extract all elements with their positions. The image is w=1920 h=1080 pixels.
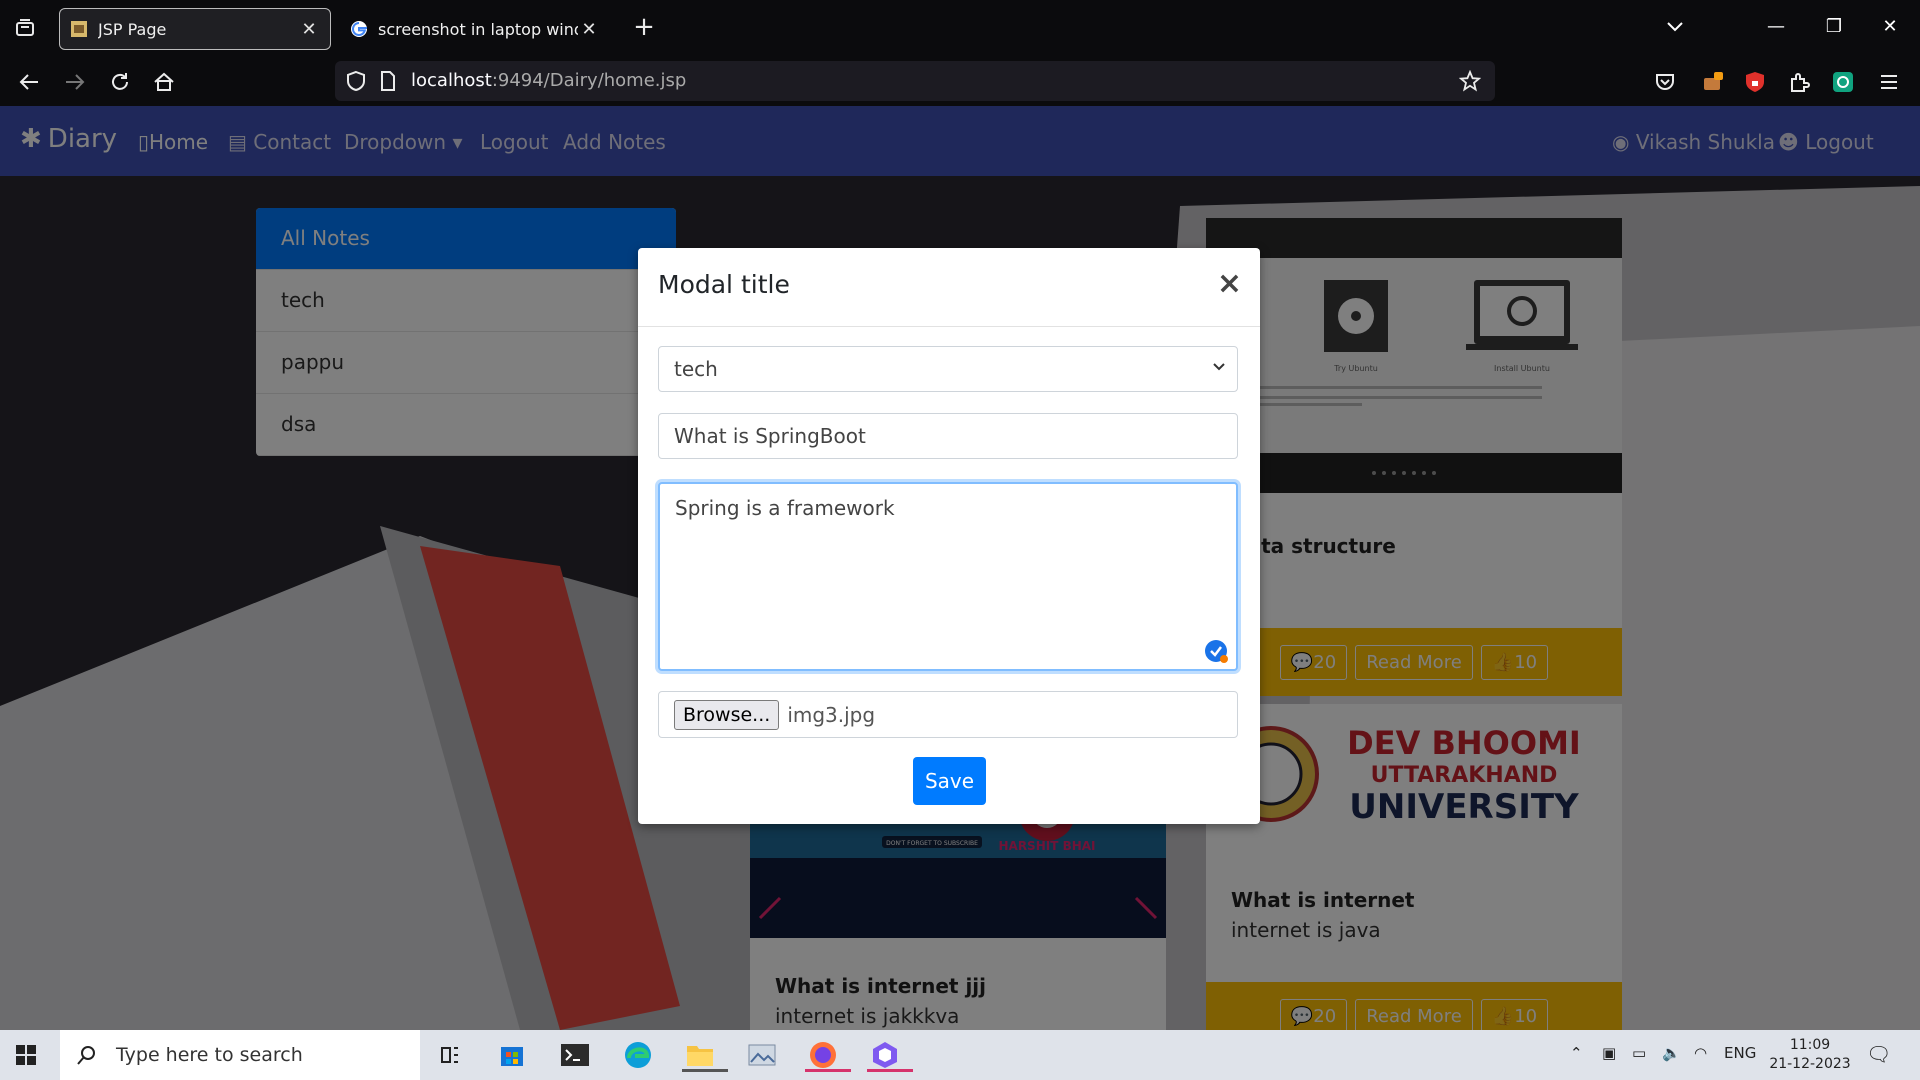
category-select[interactable]: tech [658,346,1238,392]
extensions-puzzle-icon[interactable] [1786,69,1812,95]
minimize-icon[interactable]: — [1756,10,1796,44]
volume-icon[interactable]: 🔈 [1662,1044,1681,1062]
wifi-icon[interactable]: ◠ [1694,1044,1707,1062]
system-clock[interactable]: 11:09 21-12-2023 [1760,1036,1860,1074]
save-button[interactable]: Save [913,757,986,805]
modal-header: Modal title × [638,248,1260,327]
browser-tab-jsp-page[interactable]: JSP Page ✕ [59,8,331,50]
running-indicator [682,1069,728,1072]
tab-close-icon[interactable]: ✕ [578,19,600,40]
new-tab-plus-icon[interactable]: + [628,12,660,44]
battery-icon[interactable]: ▭ [1632,1044,1646,1062]
taskbar-search-box[interactable]: Type here to search [60,1030,420,1080]
pocket-icon[interactable] [1652,69,1678,95]
close-icon[interactable]: × [1217,266,1242,301]
page-info-icon[interactable] [375,68,401,94]
list-all-tabs-icon[interactable] [10,14,40,42]
google-favicon-icon [351,21,367,37]
category-select-value: tech [674,357,718,381]
photos-app-icon[interactable] [742,1038,782,1072]
task-view-icon[interactable] [430,1038,470,1072]
microsoft-store-icon[interactable] [492,1038,532,1072]
selected-file-name: img3.jpg [787,702,876,727]
windows-taskbar: Type here to search ⌃ ▣ ▭ 🔈 ◠ ENG 11:09 … [0,1030,1920,1080]
image-file-input[interactable]: Browse... img3.jpg [658,691,1238,738]
add-note-modal: Modal title × tech What is SpringBoot Sp… [638,248,1260,824]
chevron-down-icon [1213,363,1225,371]
hamburger-menu-icon[interactable] [1876,69,1902,95]
running-indicator [805,1069,851,1072]
forward-arrow-icon[interactable] [62,69,88,95]
note-title-input[interactable]: What is SpringBoot [658,413,1238,459]
close-window-icon[interactable]: ✕ [1870,10,1910,44]
firefox-icon[interactable] [803,1038,851,1072]
page-favicon-icon [71,21,87,37]
chevron-down-icon[interactable] [1660,12,1690,42]
browser-tab-bar: JSP Page ✕ screenshot in laptop windows … [0,0,1920,56]
running-indicator [867,1069,913,1072]
reload-icon[interactable] [107,69,133,95]
terminal-icon[interactable] [555,1038,595,1072]
browser-tab-google-search[interactable]: screenshot in laptop windows 1 ✕ [340,8,610,50]
browse-button[interactable]: Browse... [674,699,780,730]
language-indicator[interactable]: ENG [1724,1044,1756,1062]
search-placeholder: Type here to search [116,1044,303,1066]
modal-title: Modal title [658,270,790,299]
note-body-textarea[interactable]: Spring is a framework [658,482,1238,671]
grammar-check-icon[interactable] [1204,639,1230,665]
tab-title: JSP Page [98,19,167,39]
restore-icon[interactable]: ❐ [1814,10,1854,44]
tab-close-icon[interactable]: ✕ [298,19,320,40]
windows-start-icon[interactable] [10,1039,42,1071]
home-icon[interactable] [151,69,177,95]
dev-tool-icon[interactable] [865,1038,913,1072]
notification-center-icon[interactable]: 🗨 [1866,1042,1891,1066]
clock-date: 21-12-2023 [1769,1056,1851,1072]
chatgpt-extension-icon[interactable] [1830,69,1856,95]
chevron-up-icon[interactable]: ⌃ [1570,1044,1583,1062]
extension-badge-icon[interactable] [1700,69,1726,95]
search-icon [77,1046,95,1065]
tab-title: screenshot in laptop windows 1 [378,19,578,39]
address-bar[interactable]: localhost:9494/Dairy/home.jsp [335,61,1495,101]
shield-icon[interactable] [343,68,369,94]
browser-toolbar: localhost:9494/Dairy/home.jsp [0,56,1920,106]
edge-browser-icon[interactable] [618,1038,658,1072]
clock-time: 11:09 [1789,1037,1831,1053]
bookmark-star-icon[interactable] [1457,68,1483,94]
file-explorer-icon[interactable] [680,1038,728,1072]
url-text: localhost:9494/Dairy/home.jsp [411,70,687,91]
network-device-icon[interactable]: ▣ [1602,1044,1616,1062]
back-arrow-icon[interactable] [16,69,42,95]
page-viewport: ✱ Diary ▯Home ▤ Contact Dropdown ▾ Logou… [0,106,1920,1030]
adblock-icon[interactable] [1742,69,1768,95]
note-body-text: Spring is a framework [675,496,895,520]
